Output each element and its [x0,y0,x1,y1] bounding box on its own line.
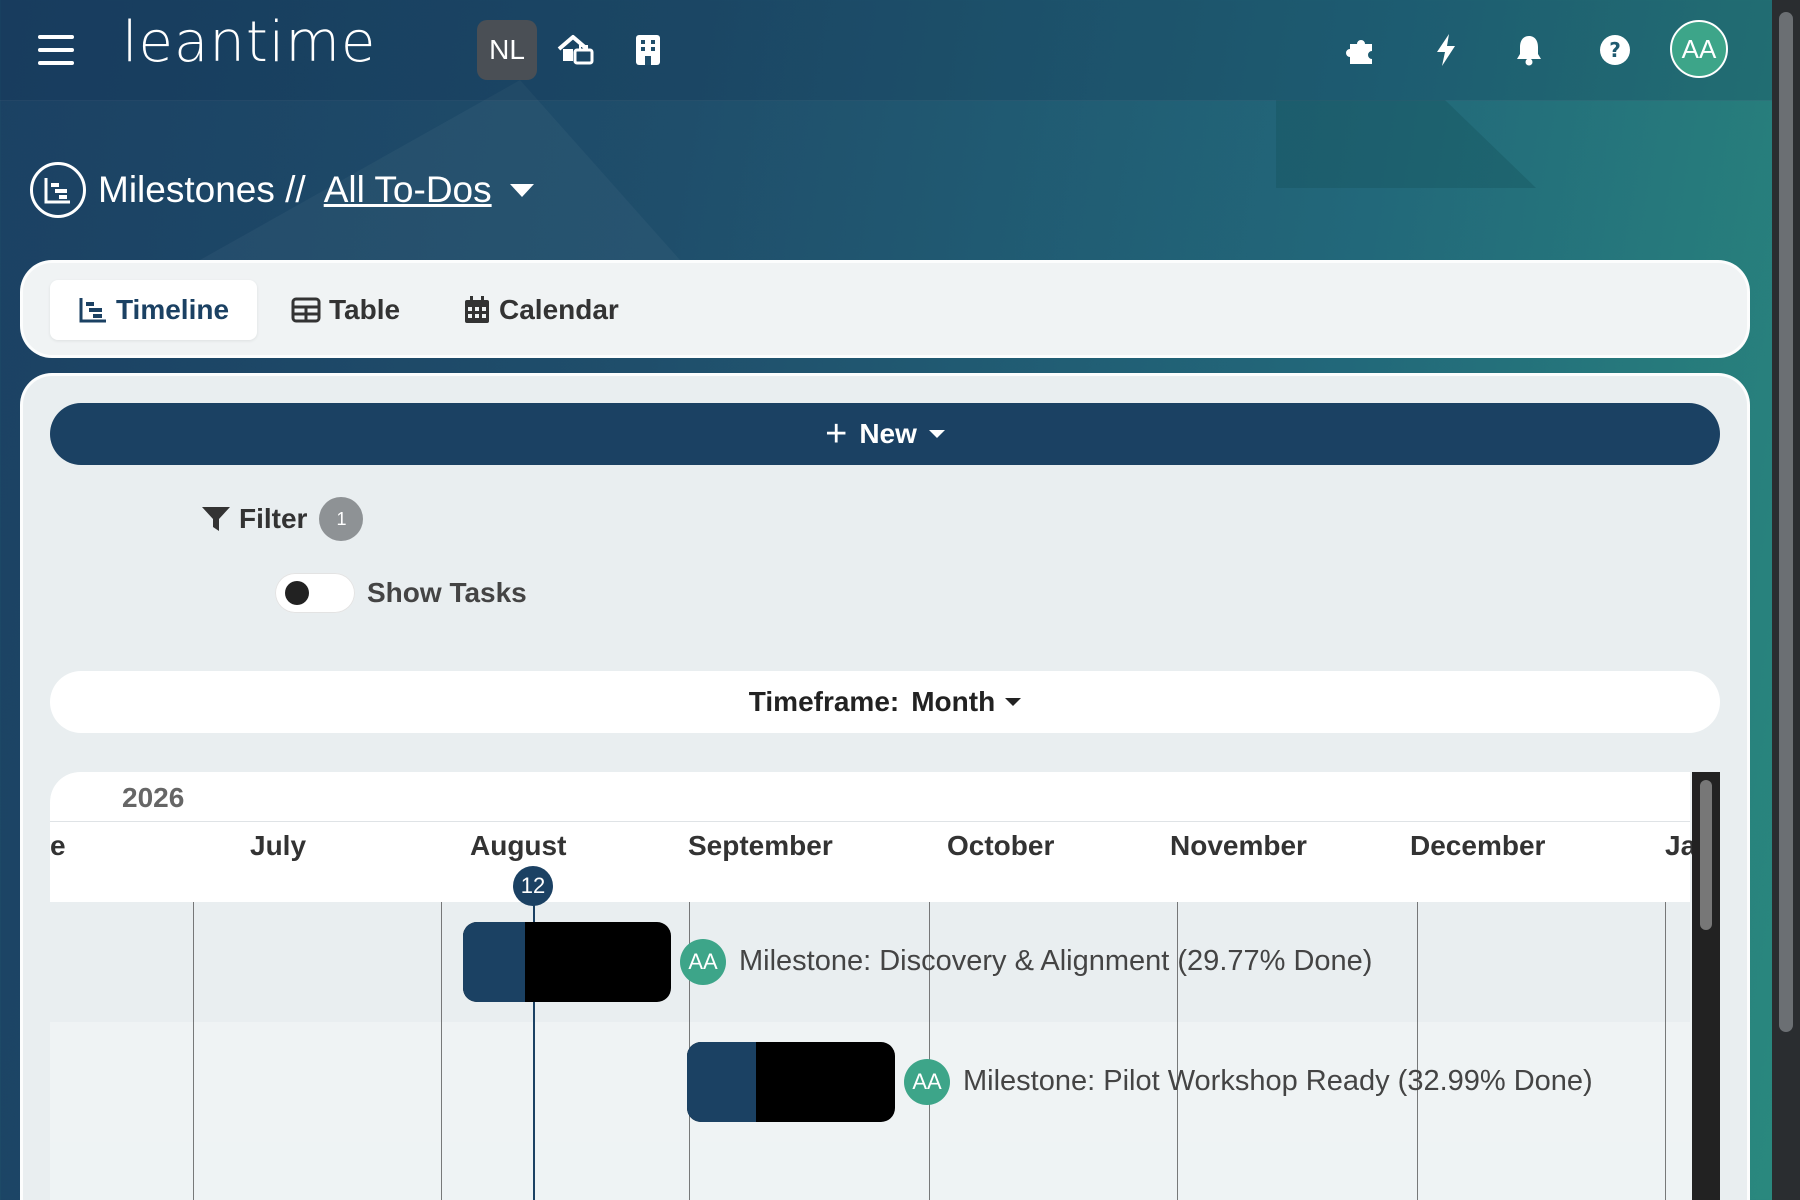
new-button[interactable]: + New [50,403,1720,465]
help-icon[interactable]: ? [1595,30,1635,70]
new-button-label: New [859,418,917,449]
tab-label: Table [329,294,401,325]
gantt-scrollbar[interactable] [1692,772,1720,1200]
milestone-progress [687,1042,756,1122]
scrollbar-thumb[interactable] [1779,12,1793,1032]
month-label: November [1170,830,1307,861]
workspace-badge[interactable]: NL [477,20,537,80]
scrollbar-thumb[interactable] [1700,780,1712,930]
filter-label: Filter [239,503,308,534]
user-avatar[interactable]: AA [1670,20,1728,78]
month-label: July [250,830,307,861]
year-row: 2026 [50,772,1690,822]
milestone-label[interactable]: Milestone: Discovery & Alignment (29.77%… [739,945,1372,978]
bolt-icon[interactable] [1426,30,1466,70]
caret-down-icon [928,430,945,438]
tab-calendar[interactable]: Calendar [463,280,619,340]
chevron-down-icon[interactable] [509,183,534,197]
timeframe-value: Month [911,686,996,717]
milestone-owner-avatar[interactable]: AA [680,939,726,985]
home-briefcase-icon[interactable] [555,30,595,70]
filter-button[interactable]: Filter 1 [201,496,364,542]
tab-table[interactable]: Table [291,280,400,340]
bell-icon[interactable] [1509,30,1549,70]
gantt-header: 2026 e July August September October Nov… [50,772,1696,902]
today-marker: 12 [513,866,553,906]
month-label: December [1410,830,1546,861]
caret-down-icon [1005,698,1022,706]
gantt-body: AA Milestone: Discovery & Alignment (29.… [50,902,1690,1200]
grid-line [441,902,442,1200]
filter-icon [202,507,230,531]
timeframe-selector[interactable]: Timeframe: Month [50,671,1720,733]
page-scrollbar[interactable] [1772,0,1800,1200]
plus-icon: + [825,413,848,455]
puzzle-icon[interactable] [1342,30,1382,70]
grid-line [193,902,194,1200]
filter-count-badge: 1 [319,497,364,541]
tab-label: Timeline [115,294,230,325]
view-tabs: Timeline Table Calendar [20,260,1750,358]
timeline-icon [30,162,86,218]
table-icon [291,297,321,323]
show-tasks-row: Show Tasks [275,571,527,615]
tab-timeline[interactable]: Timeline [50,280,257,340]
month-label: August [470,830,567,861]
app-logo[interactable]: leantime [122,10,376,75]
background-shape [1276,100,1536,188]
view-selector-link[interactable]: All To-Dos [324,169,492,211]
milestone-label[interactable]: Milestone: Pilot Workshop Ready (32.99% … [963,1065,1593,1098]
milestone-progress [463,922,525,1002]
milestones-panel: + New Filter 1 Show Tasks Timeframe: Mon… [20,373,1750,1200]
gantt-chart: AA Milestone: Discovery & Alignment (29.… [50,772,1720,1200]
calendar-icon [465,296,489,323]
grid-line [1665,902,1666,1200]
tab-label: Calendar [499,294,619,325]
top-header: leantime NL ? AA [0,0,1772,101]
timeframe-label: Timeframe: [748,686,900,717]
building-icon[interactable] [628,30,668,70]
milestone-bar[interactable] [463,922,671,1002]
show-tasks-toggle[interactable] [275,573,355,613]
timeline-icon [79,298,106,323]
grid-line [1417,902,1418,1200]
menu-icon[interactable] [38,35,74,65]
svg-text:?: ? [1609,38,1621,62]
page-title: Milestones // [98,169,306,210]
month-label: e [50,830,66,861]
milestone-bar[interactable] [687,1042,895,1122]
month-label: October [947,830,1055,861]
month-label: September [688,830,833,861]
show-tasks-label: Show Tasks [367,577,527,608]
year-label: 2026 [122,782,185,813]
breadcrumb: Milestones // All To-Dos [30,160,534,220]
milestone-owner-avatar[interactable]: AA [904,1059,950,1105]
